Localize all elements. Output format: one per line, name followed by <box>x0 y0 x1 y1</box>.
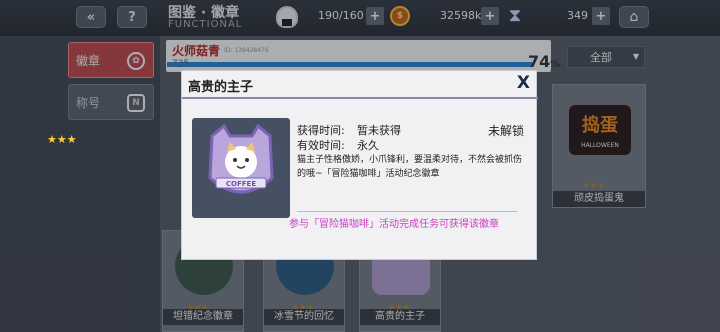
acquire-hint: 参与「冒险猫咖啡」活动完成任务可获得该徽章 <box>289 219 499 230</box>
close-button[interactable]: X <box>517 73 530 93</box>
acquire-label: 获得时间: <box>297 124 345 137</box>
dialog-title: 高贵的主子 <box>188 80 254 95</box>
hint-divider <box>297 211 517 212</box>
badge-preview: COFFEE <box>192 118 290 218</box>
validity-label: 有效时间: <box>297 139 345 152</box>
rarity-stars: ★★★ <box>47 133 77 146</box>
lock-status: 未解锁 <box>488 124 525 138</box>
badge-description: 猫主子性格傲娇，小爪锋利，要温柔对待，不然会被抓伤的哦~「冒险猫咖啡」活动纪念徽… <box>297 155 523 179</box>
validity-value: 永久 <box>357 139 379 152</box>
cat-badge-icon: COFFEE <box>208 123 274 194</box>
svg-text:COFFEE: COFFEE <box>226 180 256 188</box>
dialog-divider <box>182 97 538 99</box>
acquire-value: 暂未获得 <box>357 124 401 137</box>
